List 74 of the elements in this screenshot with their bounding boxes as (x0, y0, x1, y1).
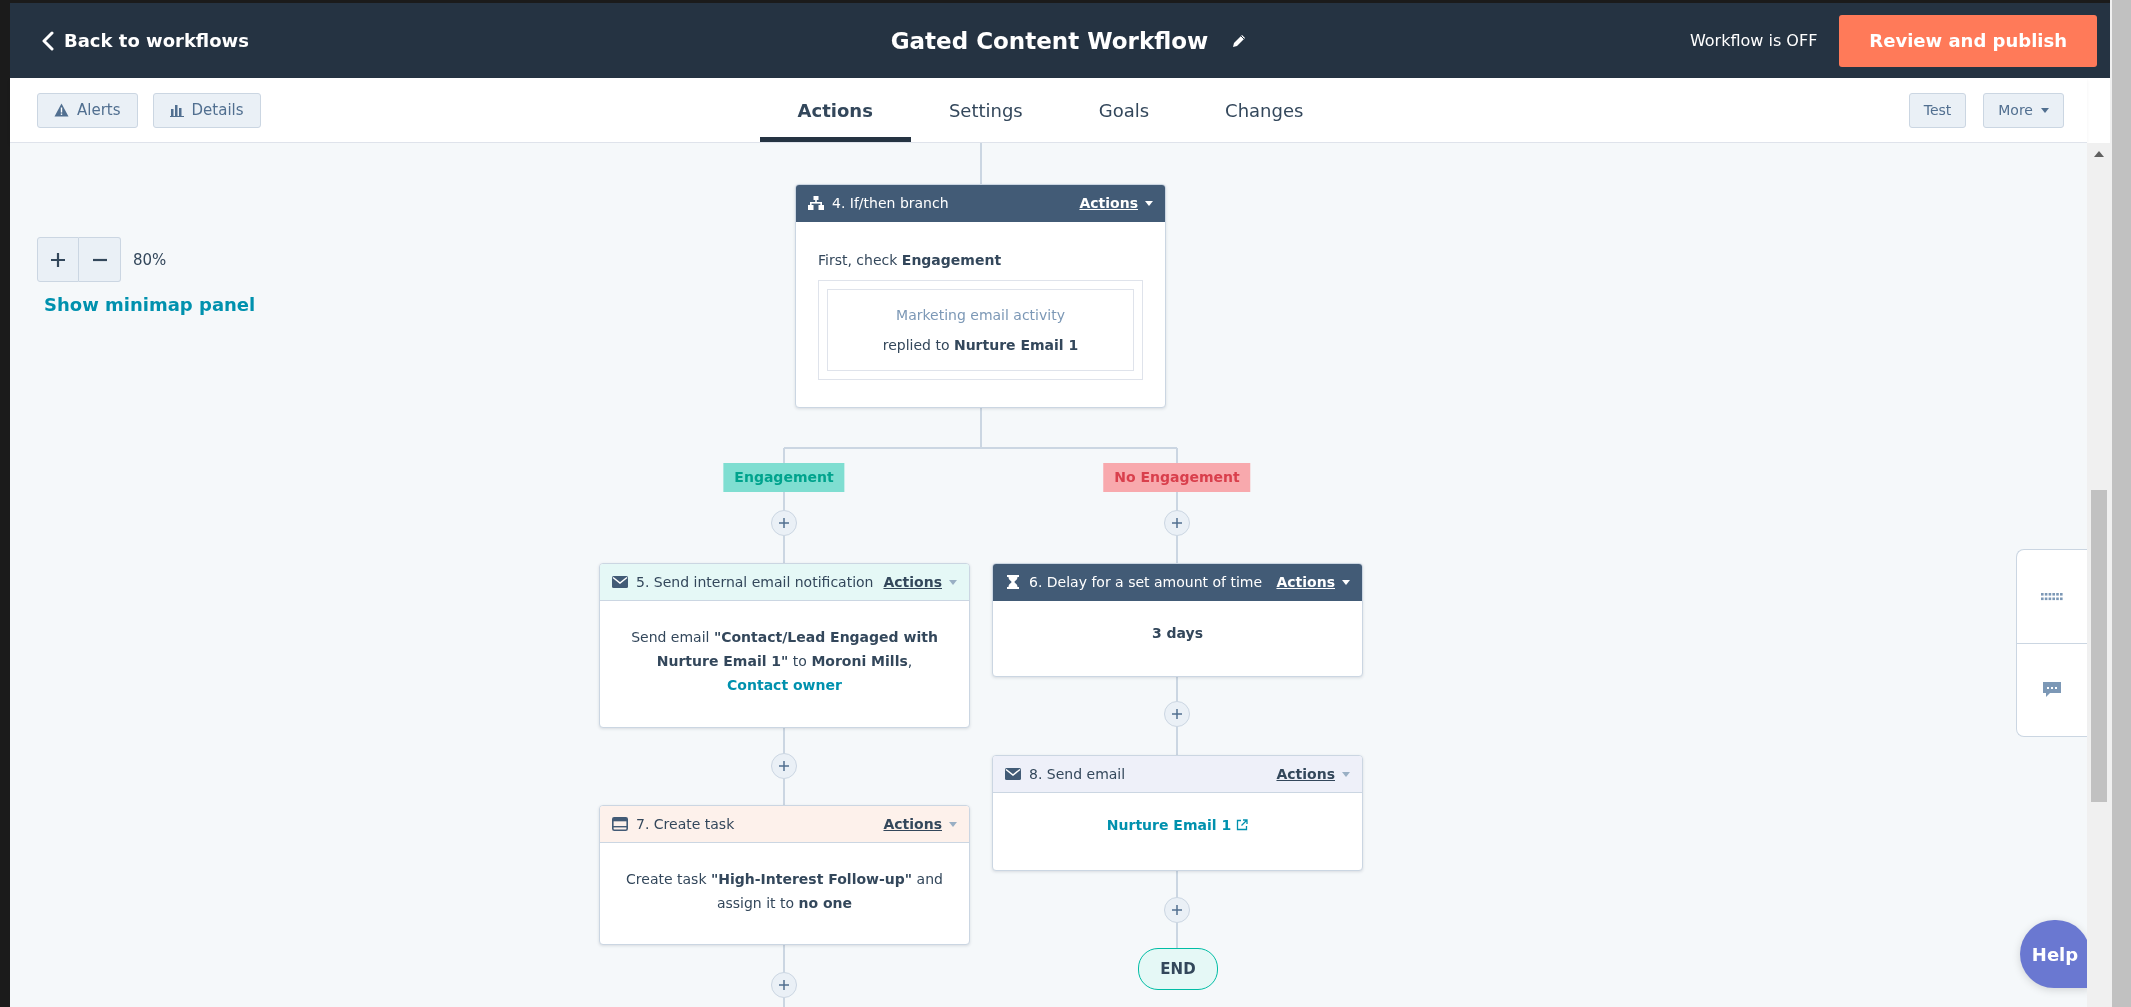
branch-label: Engagement (723, 463, 845, 492)
more-dropdown[interactable]: More (1983, 92, 2064, 128)
details-button[interactable]: Details (152, 92, 261, 128)
add-step-button[interactable] (771, 510, 797, 536)
end-marker: END (1138, 948, 1218, 990)
envelope-icon (1005, 767, 1021, 781)
action-card[interactable]: 7. Create task Actions Create task "High-Interest Follow-up" and assign it to no one (599, 805, 970, 945)
actions-dropdown[interactable]: Actions (1276, 766, 1350, 782)
plus-icon (1172, 905, 1182, 915)
add-step-button[interactable] (1164, 897, 1190, 923)
dots-grid-icon (2041, 592, 2063, 601)
scrollbar-thumb[interactable] (2091, 490, 2107, 802)
step-description: Create task "High-Interest Follow-up" and assign it to no one (625, 870, 944, 913)
hourglass-icon (1005, 575, 1021, 589)
bar-chart-icon (169, 103, 184, 117)
window-icon (612, 817, 628, 831)
connector-line (980, 143, 982, 185)
email-link[interactable]: Nurture Email 1 (1015, 813, 1340, 837)
step-description: Send email "Contact/Lead Engaged with Nurture Email 1" to Moroni Mills, Contact owner (630, 628, 939, 695)
plus-icon (51, 252, 65, 267)
scroll-up-icon (2093, 151, 2104, 157)
step-title: 5. Send internal email notification (636, 574, 875, 590)
caret-down-icon (1342, 579, 1350, 585)
caret-down-icon (949, 579, 957, 585)
action-card[interactable]: 6. Delay for a set amount of time Actions 3 days (992, 563, 1363, 677)
tab[interactable]: Settings (910, 83, 1061, 142)
actions-dropdown[interactable]: Actions (883, 574, 957, 590)
help-button[interactable]: Help (2020, 920, 2087, 988)
step-description: 3 days (1150, 624, 1205, 643)
external-link-icon (1236, 819, 1249, 831)
actions-dropdown[interactable]: Actions (1276, 574, 1350, 590)
caret-down-icon (1342, 771, 1350, 777)
add-step-button[interactable] (1164, 701, 1190, 727)
plus-icon (1172, 709, 1182, 719)
plus-icon (779, 980, 789, 990)
owner-link[interactable]: Contact owner (727, 677, 842, 693)
filter-property: Marketing email activity (895, 306, 1066, 325)
add-step-button[interactable] (771, 753, 797, 779)
caret-down-icon (949, 821, 957, 827)
tab[interactable]: Changes (1187, 83, 1342, 142)
action-card[interactable]: 4. If/then branch Actions First, check Engagement Marketing email activity replied to Nurture Email 1 (795, 184, 1166, 408)
caret-down-icon (2041, 107, 2049, 113)
step-title: 6. Delay for a set amount of time (1029, 574, 1264, 590)
zoom-level: 80% (133, 250, 167, 269)
zoom-in-button[interactable] (37, 237, 79, 282)
warning-icon (54, 103, 69, 117)
plus-icon (779, 518, 789, 528)
branch-label: No Engagement (1103, 463, 1251, 492)
chat-icon (2042, 681, 2062, 699)
add-step-button[interactable] (1164, 510, 1190, 536)
step-title: 7. Create task (636, 816, 736, 832)
condition-text: First, check Engagement (818, 251, 1003, 270)
action-card[interactable]: 5. Send internal email notification Actions Send email "Contact/Lead Engaged with Nurture Email 1" to Moroni Mills, Contact owner (599, 563, 970, 728)
chevron-left-icon (42, 30, 54, 51)
filter-condition: replied to Nurture Email 1 (881, 336, 1080, 355)
test-button[interactable]: Test (1908, 92, 1967, 128)
caret-down-icon (1145, 200, 1153, 206)
step-title: 8. Send email (1029, 766, 1127, 782)
plus-icon (1172, 518, 1182, 528)
scrollbar[interactable] (2110, 0, 2131, 1007)
action-card[interactable]: 8. Send email Actions Nurture Email 1 (992, 755, 1363, 871)
actions-dropdown[interactable]: Actions (1079, 195, 1153, 211)
workflow-title: Gated Content Workflow (890, 27, 1209, 54)
back-link[interactable]: Back to workflows (42, 30, 249, 51)
envelope-icon (612, 575, 628, 589)
tab[interactable]: Goals (1060, 83, 1188, 142)
add-step-button[interactable] (771, 972, 797, 998)
step-title: 4. If/then branch (832, 195, 950, 211)
workflow-status: Workflow is OFF (1689, 31, 1818, 50)
plus-icon (779, 761, 789, 771)
alerts-button[interactable]: Alerts (37, 92, 138, 128)
actions-dropdown[interactable]: Actions (883, 816, 957, 832)
scrollbar[interactable] (2087, 143, 2110, 1007)
branch-icon (808, 196, 824, 210)
